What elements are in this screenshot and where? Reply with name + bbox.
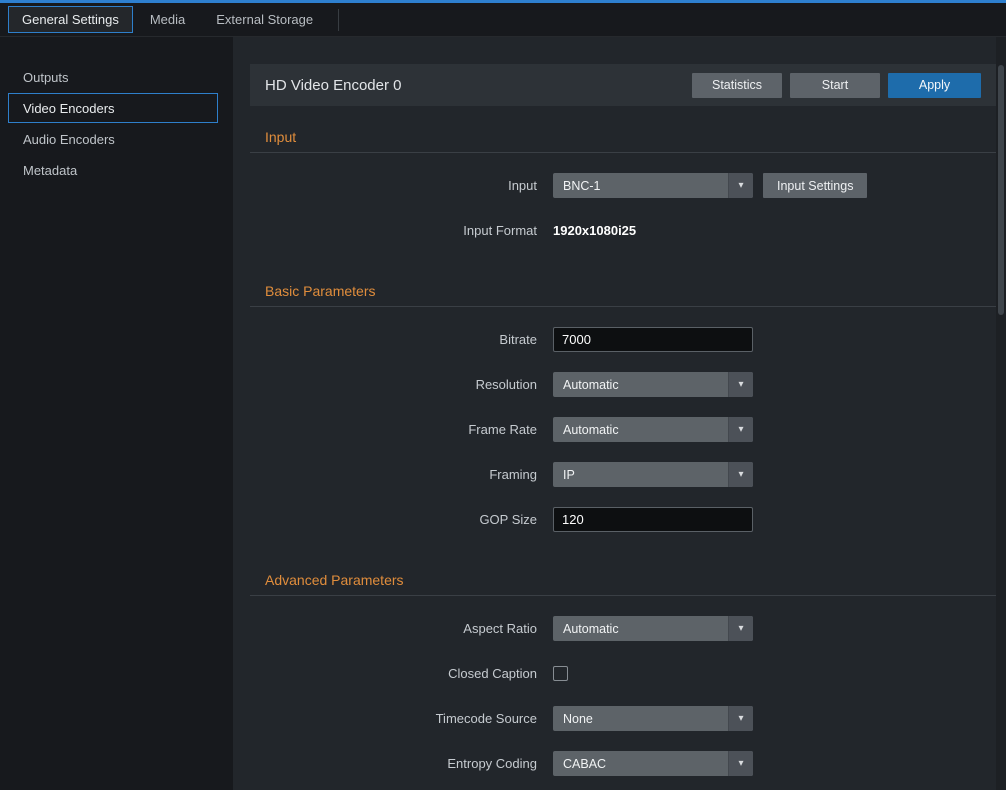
section-title-input: Input xyxy=(265,129,996,145)
panel-header: HD Video Encoder 0 Statistics Start Appl… xyxy=(250,64,996,106)
tabbar-separator xyxy=(338,9,339,31)
chevron-down-icon: ▾ xyxy=(728,706,753,731)
resolution-dropdown[interactable]: Automatic ▾ xyxy=(553,372,753,397)
timecode-source-value: None xyxy=(553,712,728,726)
resolution-label: Resolution xyxy=(250,377,553,392)
resolution-value: Automatic xyxy=(553,378,728,392)
section-advanced-parameters: Advanced Parameters Aspect Ratio Automat… xyxy=(250,572,996,776)
aspect-ratio-dropdown[interactable]: Automatic ▾ xyxy=(553,616,753,641)
sidebar-item-metadata[interactable]: Metadata xyxy=(8,155,218,185)
gop-size-label: GOP Size xyxy=(250,512,553,527)
main-panel: HD Video Encoder 0 Statistics Start Appl… xyxy=(233,37,1006,790)
gop-size-row: GOP Size xyxy=(250,507,996,532)
statistics-button[interactable]: Statistics xyxy=(692,73,782,98)
input-format-value: 1920x1080i25 xyxy=(553,223,636,238)
section-divider xyxy=(250,306,996,307)
section-basic-parameters: Basic Parameters Bitrate Resolution Auto… xyxy=(250,283,996,532)
apply-button[interactable]: Apply xyxy=(888,73,981,98)
closed-caption-row: Closed Caption xyxy=(250,661,996,686)
section-title-advanced: Advanced Parameters xyxy=(265,572,996,588)
sidebar-item-video-encoders[interactable]: Video Encoders xyxy=(8,93,218,123)
entropy-coding-value: CABAC xyxy=(553,757,728,771)
aspect-ratio-row: Aspect Ratio Automatic ▾ xyxy=(250,616,996,641)
tab-external-storage[interactable]: External Storage xyxy=(202,6,327,33)
chevron-down-icon: ▾ xyxy=(728,372,753,397)
chevron-down-icon: ▾ xyxy=(728,616,753,641)
input-settings-button[interactable]: Input Settings xyxy=(763,173,867,198)
scrollbar[interactable] xyxy=(996,37,1006,790)
closed-caption-label: Closed Caption xyxy=(250,666,553,681)
section-divider xyxy=(250,152,996,153)
input-format-label: Input Format xyxy=(250,223,553,238)
chevron-down-icon: ▾ xyxy=(728,417,753,442)
framing-label: Framing xyxy=(250,467,553,482)
input-format-row: Input Format 1920x1080i25 xyxy=(250,218,996,243)
frame-rate-label: Frame Rate xyxy=(250,422,553,437)
input-label: Input xyxy=(250,178,553,193)
timecode-source-label: Timecode Source xyxy=(250,711,553,726)
input-row: Input BNC-1 ▾ Input Settings xyxy=(250,173,996,198)
section-title-basic: Basic Parameters xyxy=(265,283,996,299)
chevron-down-icon: ▾ xyxy=(728,462,753,487)
input-source-value: BNC-1 xyxy=(553,179,728,193)
timecode-source-dropdown[interactable]: None ▾ xyxy=(553,706,753,731)
input-source-dropdown[interactable]: BNC-1 ▾ xyxy=(553,173,753,198)
bitrate-label: Bitrate xyxy=(250,332,553,347)
framing-dropdown[interactable]: IP ▾ xyxy=(553,462,753,487)
tab-general-settings[interactable]: General Settings xyxy=(8,6,133,33)
scrollbar-thumb[interactable] xyxy=(998,65,1004,315)
sidebar-item-outputs[interactable]: Outputs xyxy=(8,62,218,92)
sidebar-item-audio-encoders[interactable]: Audio Encoders xyxy=(8,124,218,154)
header-buttons: Statistics Start Apply xyxy=(692,73,981,98)
frame-rate-value: Automatic xyxy=(553,423,728,437)
frame-rate-dropdown[interactable]: Automatic ▾ xyxy=(553,417,753,442)
entropy-coding-label: Entropy Coding xyxy=(250,756,553,771)
resolution-row: Resolution Automatic ▾ xyxy=(250,372,996,397)
tab-media[interactable]: Media xyxy=(136,6,199,33)
gop-size-input[interactable] xyxy=(553,507,753,532)
sidebar: Outputs Video Encoders Audio Encoders Me… xyxy=(0,37,233,790)
framing-row: Framing IP ▾ xyxy=(250,462,996,487)
closed-caption-checkbox[interactable] xyxy=(553,666,568,681)
bitrate-row: Bitrate xyxy=(250,327,996,352)
bitrate-input[interactable] xyxy=(553,327,753,352)
section-input: Input Input BNC-1 ▾ Input Settings Input… xyxy=(250,129,996,243)
section-divider xyxy=(250,595,996,596)
aspect-ratio-label: Aspect Ratio xyxy=(250,621,553,636)
chevron-down-icon: ▾ xyxy=(728,751,753,776)
frame-rate-row: Frame Rate Automatic ▾ xyxy=(250,417,996,442)
aspect-ratio-value: Automatic xyxy=(553,622,728,636)
chevron-down-icon: ▾ xyxy=(728,173,753,198)
entropy-coding-row: Entropy Coding CABAC ▾ xyxy=(250,751,996,776)
page-title: HD Video Encoder 0 xyxy=(265,77,401,94)
framing-value: IP xyxy=(553,468,728,482)
start-button[interactable]: Start xyxy=(790,73,880,98)
top-tabs: General Settings Media External Storage xyxy=(0,3,1006,37)
entropy-coding-dropdown[interactable]: CABAC ▾ xyxy=(553,751,753,776)
timecode-source-row: Timecode Source None ▾ xyxy=(250,706,996,731)
